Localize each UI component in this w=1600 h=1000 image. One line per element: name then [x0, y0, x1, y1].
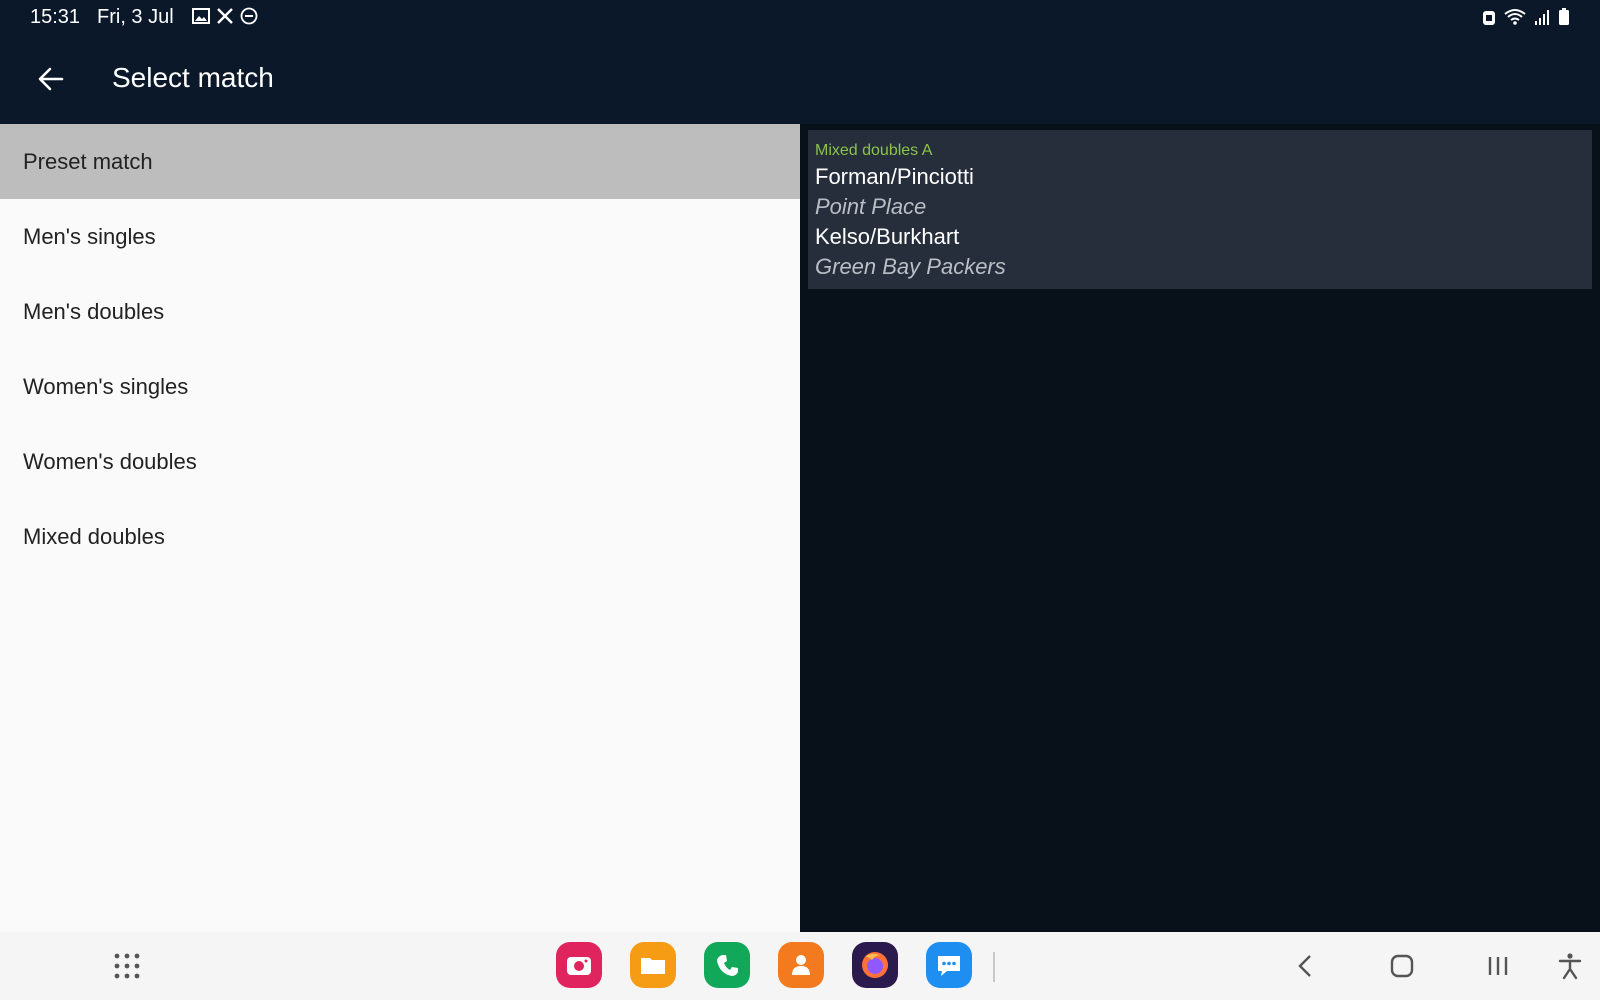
firefox-app[interactable]	[852, 942, 898, 988]
menu-item-womens-singles[interactable]: Women's singles	[0, 349, 800, 424]
nav-recents-button[interactable]	[1482, 950, 1514, 982]
team1-name: Forman/Pinciotti	[815, 164, 974, 189]
apps-grid-button[interactable]	[112, 951, 142, 981]
menu-item-mens-doubles[interactable]: Men's doubles	[0, 274, 800, 349]
match-card[interactable]: Mixed doubles A Forman/Pinciotti Point P…	[808, 130, 1592, 289]
status-left-icons	[192, 7, 258, 25]
menu-item-mens-singles[interactable]: Men's singles	[0, 199, 800, 274]
alarm-icon	[1483, 11, 1495, 25]
phone-app[interactable]	[704, 942, 750, 988]
phone-icon	[717, 955, 738, 976]
recents-icon	[1488, 957, 1508, 975]
home-icon	[1390, 954, 1414, 978]
match-category: Mixed doubles A	[815, 142, 933, 159]
status-right-icons	[1482, 8, 1570, 26]
status-time: 15:31	[30, 6, 81, 28]
camera-app[interactable]	[556, 942, 602, 988]
signal-icon	[1535, 10, 1549, 25]
menu-item-label: Women's singles	[23, 373, 189, 399]
team2-club: Green Bay Packers	[815, 254, 1006, 279]
battery-icon	[1559, 8, 1569, 25]
arrow-left-icon	[38, 67, 64, 91]
nav-back-button[interactable]	[1290, 950, 1322, 982]
back-icon	[1298, 955, 1311, 977]
contacts-icon	[792, 955, 810, 975]
nav-home-button[interactable]	[1386, 950, 1418, 982]
tools-icon	[217, 8, 233, 24]
messages-icon	[938, 956, 960, 976]
app-dock	[556, 942, 972, 988]
dock-divider	[993, 952, 995, 982]
menu-item-label: Women's doubles	[23, 448, 197, 474]
do-not-disturb-icon	[240, 7, 258, 25]
accessibility-icon	[1558, 953, 1582, 980]
image-icon	[192, 8, 210, 24]
contacts-app[interactable]	[778, 942, 824, 988]
files-app[interactable]	[630, 942, 676, 988]
nav-bar	[0, 932, 1600, 1000]
menu-item-label: Preset match	[23, 148, 153, 174]
back-button[interactable]	[30, 58, 72, 100]
team2-name: Kelso/Burkhart	[815, 224, 960, 249]
app-bar: Select match	[0, 36, 1600, 124]
menu-item-label: Mixed doubles	[23, 523, 165, 549]
menu-item-womens-doubles[interactable]: Women's doubles	[0, 424, 800, 499]
menu-item-label: Men's singles	[23, 223, 156, 249]
screen: 15:31 Fri, 3 Jul Select match Preset mat…	[0, 0, 1600, 1000]
menu-item-mixed-doubles[interactable]: Mixed doubles	[0, 499, 800, 574]
status-date: Fri, 3 Jul	[97, 6, 174, 28]
camera-icon	[567, 957, 591, 975]
firefox-icon	[862, 952, 888, 978]
apps-grid-icon	[114, 953, 140, 979]
nav-accessibility-button[interactable]	[1554, 950, 1586, 982]
status-bar: 15:31 Fri, 3 Jul	[0, 0, 1600, 36]
page-title: Select match	[112, 62, 274, 93]
menu-item-preset-match[interactable]: Preset match	[0, 124, 800, 199]
preset-match-panel: Mixed doubles A Forman/Pinciotti Point P…	[800, 124, 1600, 932]
messages-app[interactable]	[926, 942, 972, 988]
menu-item-label: Men's doubles	[23, 298, 165, 324]
match-type-list: Preset match Men's singles Men's doubles…	[0, 124, 800, 932]
files-icon	[641, 958, 665, 974]
wifi-icon	[1504, 9, 1526, 25]
team1-club: Point Place	[815, 194, 927, 219]
